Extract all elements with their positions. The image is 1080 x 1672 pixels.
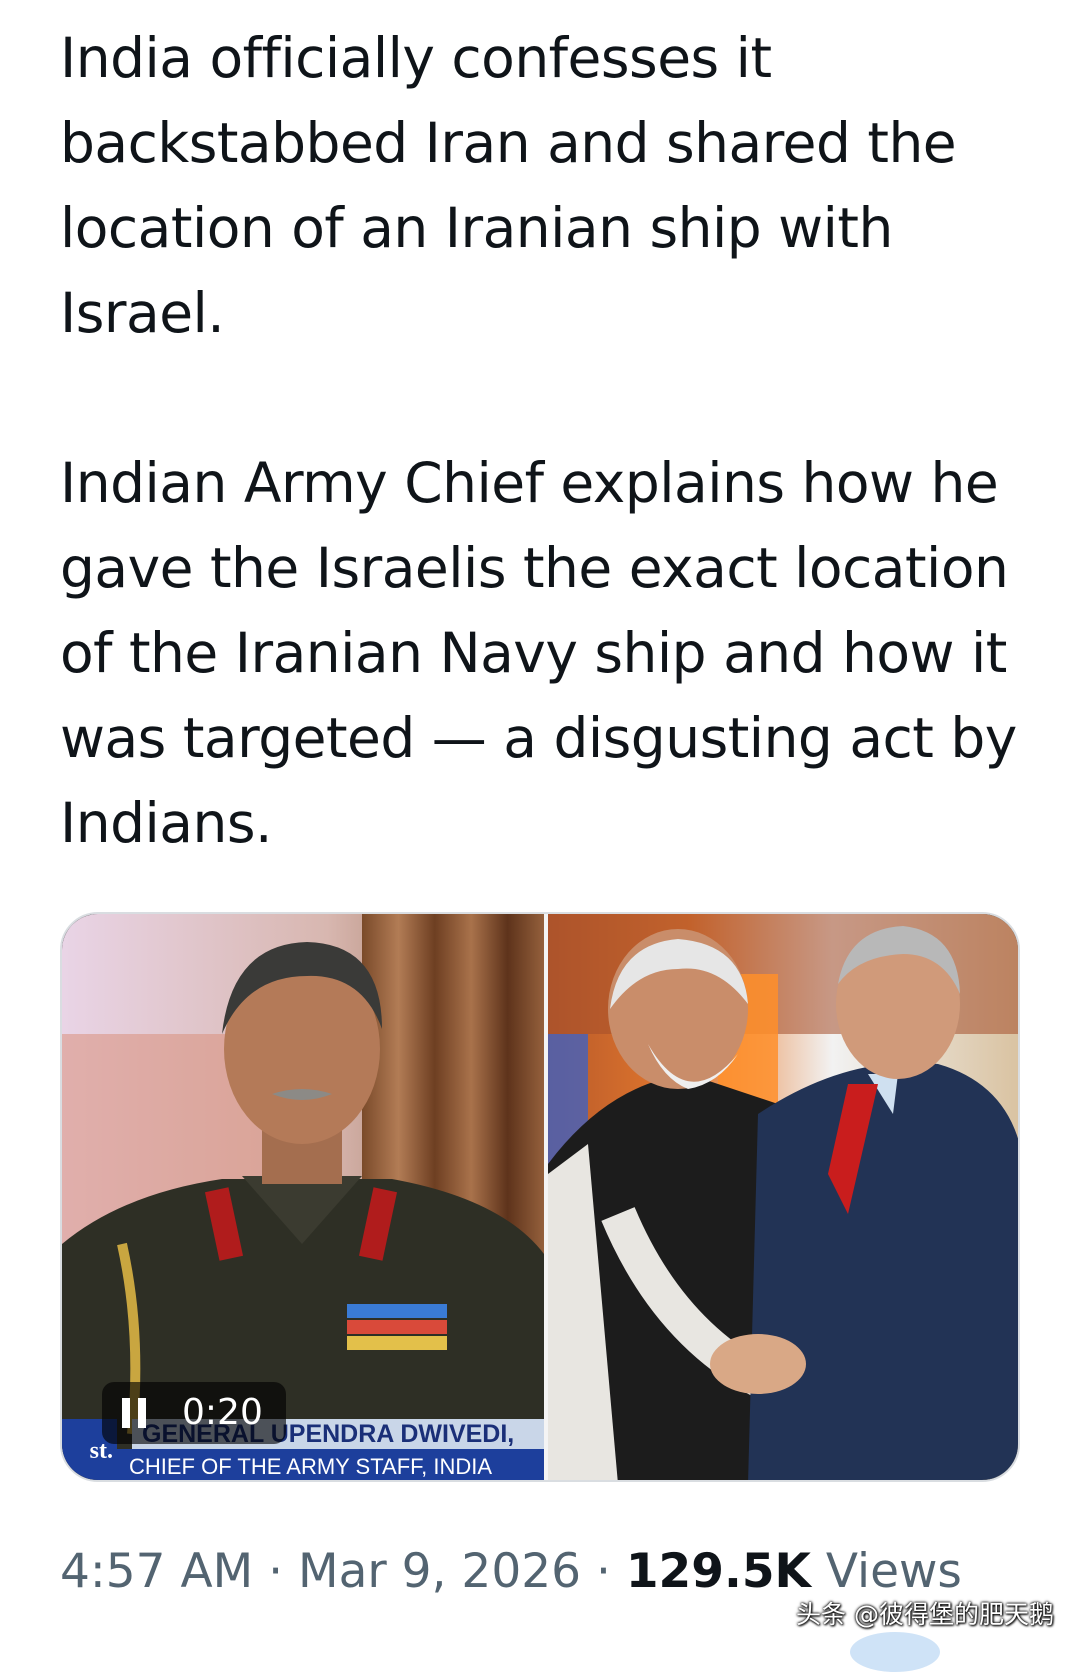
bottom-partial-element: [850, 1632, 940, 1672]
tweet-media[interactable]: st. GENERAL UPENDRA DWIVEDI, CHIEF OF TH…: [60, 912, 1020, 1482]
views-count[interactable]: 129.5K: [626, 1544, 811, 1599]
video-timestamp: 0:20: [182, 1392, 263, 1433]
tweet-paragraph-2: Indian Army Chief explains how he gave t…: [60, 451, 1017, 855]
leaders-embrace-image: [548, 914, 1018, 1480]
watermark: 头条 @彼得堡的肥天鹅: [796, 1600, 1054, 1629]
tweet-meta: 4:57 AM · Mar 9, 2026 · 129.5K Views: [60, 1542, 962, 1602]
lower-third-role: CHIEF OF THE ARMY STAFF, INDIA: [117, 1449, 544, 1480]
pause-icon[interactable]: [122, 1398, 148, 1428]
tweet-time[interactable]: 4:57 AM: [60, 1544, 253, 1599]
photo-leaders-embrace[interactable]: [548, 914, 1018, 1480]
tweet-date[interactable]: Mar 9, 2026: [298, 1544, 581, 1599]
tweet-text: India officially confesses it backstabbe…: [60, 16, 1040, 866]
video-playback-control[interactable]: 0:20: [102, 1382, 286, 1444]
tweet-paragraph-1: India officially confesses it backstabbe…: [60, 26, 957, 345]
meta-separator-2: ·: [581, 1544, 626, 1599]
meta-separator: ·: [253, 1544, 299, 1599]
views-label[interactable]: Views: [811, 1544, 962, 1599]
